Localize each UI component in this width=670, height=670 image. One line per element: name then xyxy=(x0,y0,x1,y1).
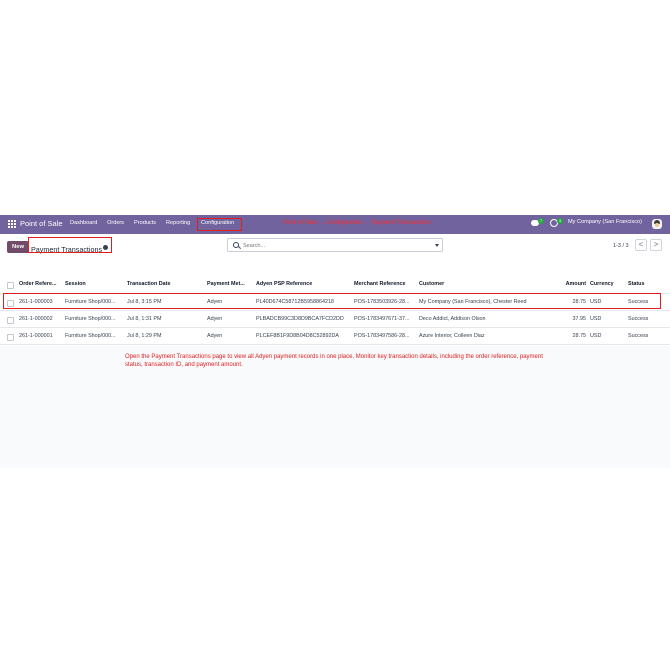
cell-transaction-date: Jul 8, 1:31 PM xyxy=(127,316,162,322)
menu-dashboard[interactable]: Dashboard xyxy=(70,220,97,226)
pager-value[interactable]: 1-3 / 3 xyxy=(613,243,629,249)
app-brand[interactable]: Point of Sale xyxy=(20,219,63,228)
cell-transaction-date: Jul 8, 1:29 PM xyxy=(127,333,162,339)
new-button[interactable]: New xyxy=(7,241,29,253)
cell-session: Furniture Shop/000... xyxy=(65,333,116,339)
column-session[interactable]: Session xyxy=(65,281,123,287)
breadcrumb-highlight xyxy=(28,237,112,253)
cell-adyen-psp-reference: PLCEF8B1F9D8B04D8C52892DA xyxy=(256,333,340,339)
chat-badge: 7 xyxy=(538,218,544,224)
chevron-down-icon[interactable] xyxy=(435,244,439,247)
column-transaction-date[interactable]: Transaction Date xyxy=(127,281,203,287)
cell-amount: 37.95 xyxy=(572,316,587,322)
column-customer[interactable]: Customer xyxy=(419,281,549,287)
instruction-text: Open the Payment Transactions page to vi… xyxy=(125,354,543,368)
search-icon xyxy=(233,242,239,248)
table-header: Order Refere... Session Transaction Date… xyxy=(0,275,670,294)
select-all-checkbox[interactable] xyxy=(7,282,14,289)
row-checkbox[interactable] xyxy=(7,317,14,324)
control-panel: New Payment Transactions 1-3 / 3 < > xyxy=(0,234,670,275)
cell-merchant-reference: POS-1783497586-28... xyxy=(354,333,410,339)
app-window: Point of Sale Dashboard Orders Products … xyxy=(0,215,670,468)
cell-order-reference: 261-1-000001 xyxy=(19,333,53,339)
avatar[interactable] xyxy=(652,219,662,229)
cell-customer: Azure Interior, Colleen Diaz xyxy=(419,333,485,339)
search-input[interactable] xyxy=(243,241,423,250)
activity-badge: 4 xyxy=(557,218,563,224)
table-row[interactable]: 261-1-000002 Furniture Shop/000... Jul 8… xyxy=(0,311,670,328)
pager-previous-button[interactable]: < xyxy=(635,239,647,251)
column-adyen-psp-reference[interactable]: Adyen PSP Reference xyxy=(256,281,350,287)
navigation-annotation: Point of Sale → Configuration → Payment … xyxy=(283,220,431,226)
column-payment-method[interactable]: Payment Met... xyxy=(207,281,253,287)
cell-amount: 28.75 xyxy=(572,333,587,339)
cell-currency: USD xyxy=(590,316,602,322)
cell-payment-method: Adyen xyxy=(207,333,223,339)
transactions-table: Order Refere... Session Transaction Date… xyxy=(0,275,670,346)
cell-customer: Deco Addict, Addison Olson xyxy=(419,316,486,322)
cell-payment-method: Adyen xyxy=(207,316,223,322)
column-order-reference[interactable]: Order Refere... xyxy=(19,281,63,287)
column-amount[interactable]: Amount xyxy=(557,281,586,287)
column-merchant-reference[interactable]: Merchant Reference xyxy=(354,281,416,287)
pager-next-button[interactable]: > xyxy=(650,239,662,251)
menu-reporting[interactable]: Reporting xyxy=(166,220,190,226)
configuration-highlight xyxy=(197,218,242,231)
cell-status: Success xyxy=(628,333,649,339)
column-status[interactable]: Status xyxy=(628,281,664,287)
search-box[interactable] xyxy=(227,238,443,252)
table-row[interactable]: 261-1-000001 Furniture Shop/000... Jul 8… xyxy=(0,328,670,345)
cell-order-reference: 261-1-000002 xyxy=(19,316,53,322)
menu-orders[interactable]: Orders xyxy=(107,220,124,226)
column-currency[interactable]: Currency xyxy=(590,281,625,287)
row-highlight xyxy=(3,293,661,309)
cell-merchant-reference: POS-1783497671-37... xyxy=(354,316,410,322)
cell-status: Success xyxy=(628,316,649,322)
cell-session: Furniture Shop/000... xyxy=(65,316,116,322)
cell-currency: USD xyxy=(590,333,602,339)
company-switcher[interactable]: My Company (San Francisco) xyxy=(568,219,642,225)
apps-grid-icon[interactable] xyxy=(8,220,16,228)
top-navbar: Point of Sale Dashboard Orders Products … xyxy=(0,215,670,234)
cell-adyen-psp-reference: PLBADCB99C3D8D9BCA7FCD2DD xyxy=(256,316,344,322)
menu-products[interactable]: Products xyxy=(134,220,156,226)
row-checkbox[interactable] xyxy=(7,334,14,341)
